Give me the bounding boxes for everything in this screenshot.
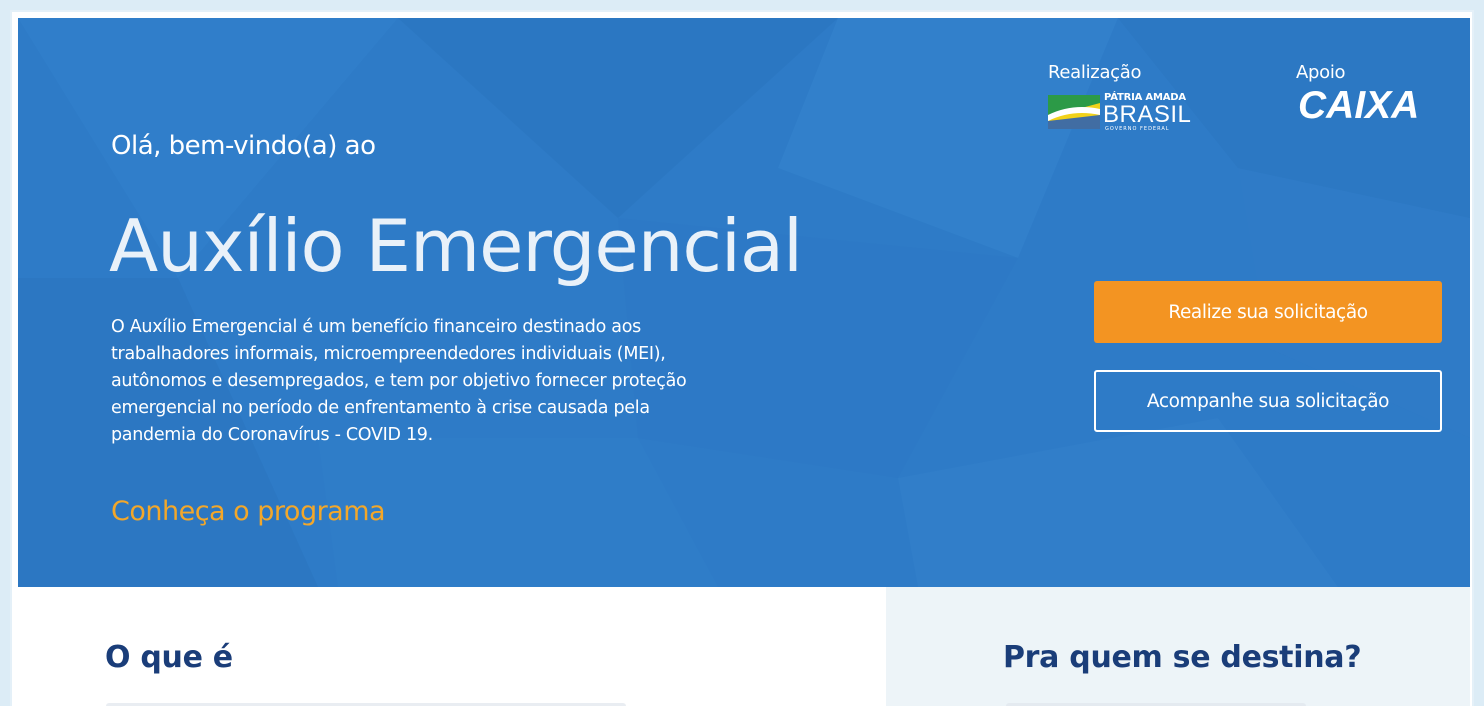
page-frame: Olá, bem-vindo(a) ao Auxílio Emergencial… xyxy=(10,10,1474,706)
brazil-flag-icon xyxy=(1048,95,1100,129)
page-title: Auxílio Emergencial xyxy=(109,204,803,288)
brasil-logo-wordmark: BRASIL xyxy=(1103,101,1192,128)
brasil-logo-subtitle: GOVERNO FEDERAL xyxy=(1105,126,1170,132)
what-is-section: O que é xyxy=(18,587,886,706)
caixa-logo: CAIXA xyxy=(1298,84,1420,127)
welcome-greeting: Olá, bem-vindo(a) ao xyxy=(111,131,376,161)
patria-amada-brasil-logo: PÁTRIA AMADA BRASIL GOVERNO FEDERAL xyxy=(1048,90,1198,134)
program-description: O Auxílio Emergencial é um benefício fin… xyxy=(111,317,687,445)
realizacao-label: Realização xyxy=(1048,62,1142,83)
apoio-label: Apoio xyxy=(1296,62,1346,83)
what-is-heading: O que é xyxy=(105,640,233,675)
hero-banner: Olá, bem-vindo(a) ao Auxílio Emergencial… xyxy=(18,18,1470,587)
request-button[interactable]: Realize sua solicitação xyxy=(1094,281,1442,343)
track-request-button[interactable]: Acompanhe sua solicitação xyxy=(1094,370,1442,432)
know-program-link[interactable]: Conheça o programa xyxy=(111,496,386,527)
who-for-section: Pra quem se destina? xyxy=(886,587,1470,706)
who-for-heading: Pra quem se destina? xyxy=(1003,640,1362,675)
